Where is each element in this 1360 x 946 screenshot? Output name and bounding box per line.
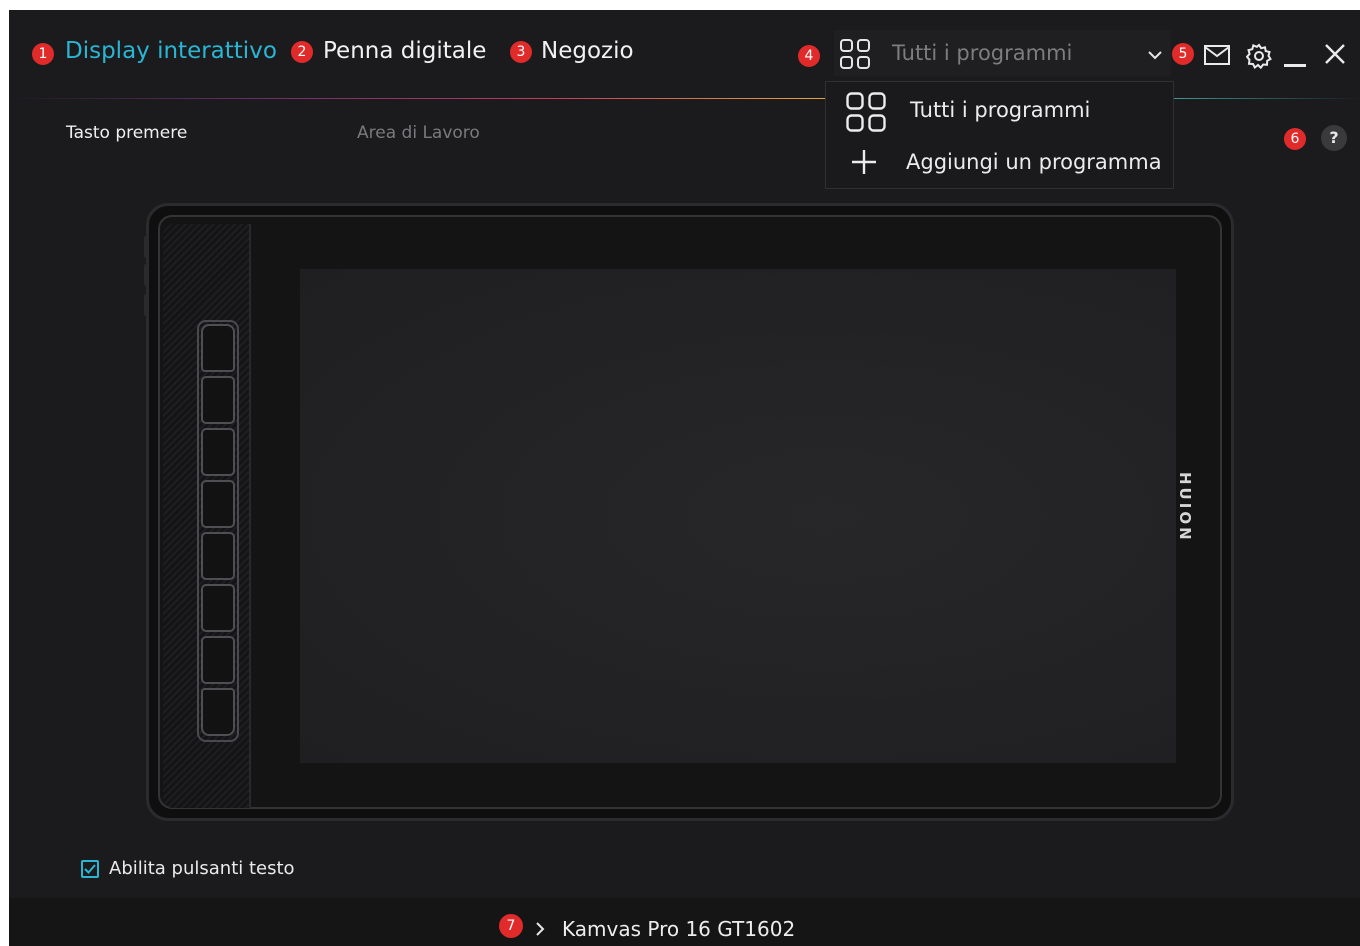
enable-text-buttons-label: Abilita pulsanti testo — [109, 858, 295, 879]
express-keys — [197, 320, 239, 742]
tablet-illustration: HUION — [144, 203, 1234, 821]
device-name[interactable]: Kamvas Pro 16 GT1602 — [562, 917, 795, 941]
program-dropdown: Tutti i programmi Aggiungi un programma — [825, 81, 1174, 189]
chevron-right-icon[interactable] — [535, 921, 545, 941]
subtab-tasto-premere[interactable]: Tasto premere — [66, 123, 187, 143]
express-key-1[interactable] — [201, 324, 235, 372]
badge-1: 1 — [32, 43, 54, 65]
badge-5: 5 — [1172, 43, 1194, 65]
tab-penna-digitale[interactable]: Penna digitale — [323, 38, 486, 64]
express-key-4[interactable] — [201, 480, 235, 528]
badge-3: 3 — [510, 41, 532, 63]
tab-display-interattivo[interactable]: Display interattivo — [65, 38, 277, 64]
dropdown-item-add-program[interactable]: Aggiungi un programma — [826, 138, 1173, 186]
express-key-5[interactable] — [201, 532, 235, 580]
gear-icon[interactable] — [1245, 43, 1272, 73]
tablet-screen — [300, 269, 1176, 763]
side-button — [144, 294, 148, 316]
dropdown-item-label: Tutti i programmi — [910, 98, 1091, 122]
express-key-panel — [163, 224, 251, 808]
brand-logo: HUION — [1176, 472, 1194, 543]
close-icon[interactable] — [1324, 43, 1346, 69]
express-key-6[interactable] — [201, 584, 235, 632]
side-button — [144, 236, 148, 258]
grid-icon — [846, 92, 886, 136]
help-button[interactable]: ? — [1321, 125, 1347, 151]
dropdown-item-all-programs[interactable]: Tutti i programmi — [826, 86, 1173, 134]
badge-4: 4 — [798, 45, 820, 67]
side-button — [144, 264, 148, 286]
express-key-8[interactable] — [201, 688, 235, 736]
app-window: 1 Display interattivo 2 Penna digitale 3… — [9, 10, 1360, 946]
express-key-3[interactable] — [201, 428, 235, 476]
grid-icon — [840, 39, 870, 73]
badge-6: 6 — [1284, 128, 1306, 150]
express-key-2[interactable] — [201, 376, 235, 424]
program-select-value: Tutti i programmi — [892, 41, 1073, 65]
badge-2: 2 — [291, 41, 313, 63]
plus-icon — [851, 149, 877, 179]
express-key-7[interactable] — [201, 636, 235, 684]
badge-7: 7 — [499, 914, 523, 938]
program-select[interactable]: Tutti i programmi — [834, 30, 1171, 76]
subtab-area-di-lavoro[interactable]: Area di Lavoro — [357, 123, 480, 143]
minimize-icon[interactable] — [1284, 53, 1306, 72]
mail-icon[interactable] — [1204, 45, 1230, 69]
chevron-down-icon[interactable] — [1147, 46, 1163, 65]
enable-text-buttons-checkbox[interactable] — [81, 860, 99, 878]
tab-negozio[interactable]: Negozio — [541, 38, 634, 64]
dropdown-item-label: Aggiungi un programma — [906, 150, 1162, 174]
